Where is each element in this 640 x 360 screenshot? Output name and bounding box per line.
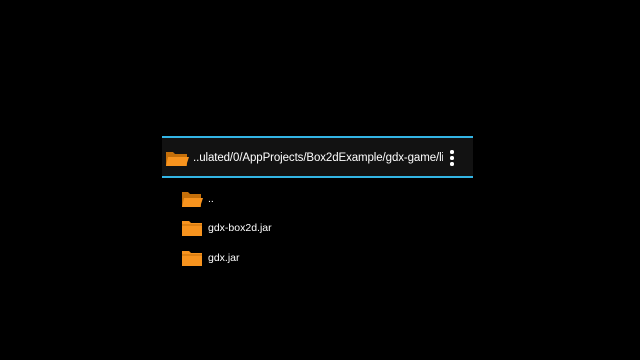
file-name: gdx.jar [208, 251, 240, 264]
file-name: .. [208, 192, 214, 205]
folder-icon [182, 250, 202, 266]
screen: ..ulated/0/AppProjects/Box2dExample/gdx-… [0, 0, 640, 360]
folder-icon [182, 221, 202, 237]
path-header: ..ulated/0/AppProjects/Box2dExample/gdx-… [162, 136, 473, 178]
file-list: .. gdx-box2d.jar gdx.jar [179, 184, 459, 273]
overflow-menu-button[interactable] [441, 147, 463, 169]
current-path: ..ulated/0/AppProjects/Box2dExample/gdx-… [193, 152, 443, 164]
file-browser-dialog: ..ulated/0/AppProjects/Box2dExample/gdx-… [162, 136, 473, 266]
folder-open-icon [166, 152, 189, 166]
list-item-parent-directory[interactable]: .. [179, 184, 459, 214]
list-item-gdx-box2d-jar[interactable]: gdx-box2d.jar [179, 214, 459, 244]
more-vertical-icon [450, 150, 454, 166]
folder-open-icon [182, 191, 203, 207]
list-item-gdx-jar[interactable]: gdx.jar [179, 243, 459, 273]
file-name: gdx-box2d.jar [208, 222, 272, 235]
